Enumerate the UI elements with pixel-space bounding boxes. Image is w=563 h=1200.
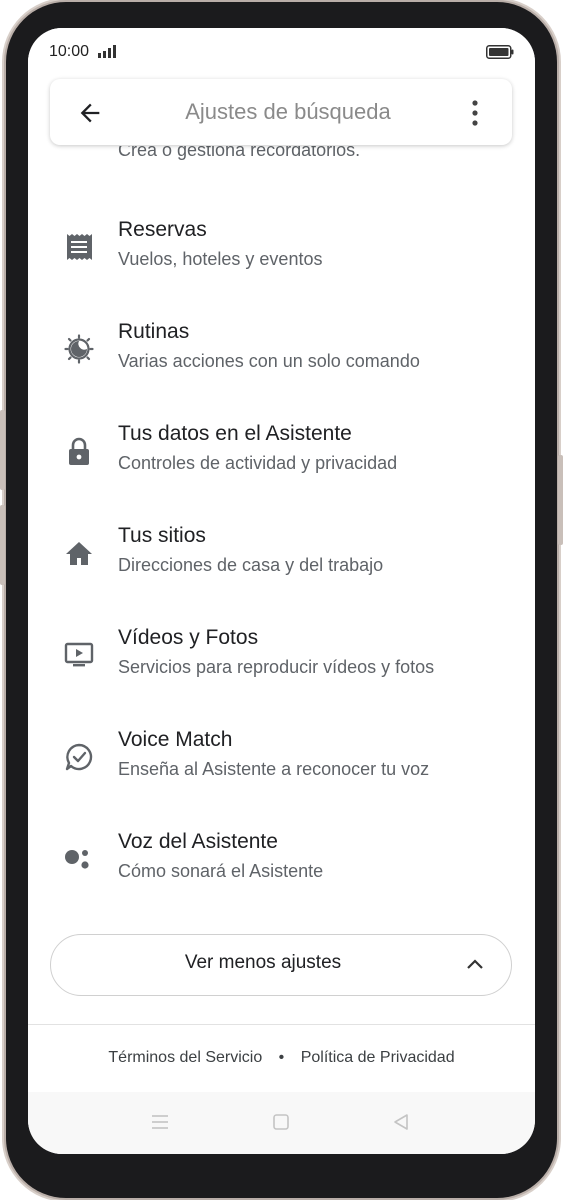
- volume-up-button: [0, 410, 5, 490]
- routines-icon: [64, 334, 94, 364]
- menu-icon[interactable]: [150, 1112, 170, 1132]
- divider: [28, 1024, 535, 1025]
- item-title: Voice Match: [118, 728, 233, 751]
- see-less-label: Ver menos ajustes: [184, 952, 342, 973]
- item-subtitle: Enseña al Asistente a reconocer tu voz: [118, 759, 430, 779]
- item-title: Rutinas: [118, 320, 190, 343]
- search-bar[interactable]: Ajustes de búsqueda: [50, 79, 512, 145]
- power-button: [558, 455, 563, 545]
- lock-icon: [69, 437, 89, 465]
- item-title: Voz del Asistente: [118, 830, 278, 853]
- terms-link[interactable]: Términos del Servicio: [108, 1049, 262, 1066]
- settings-item-reservas[interactable]: Reservas Vuelos, hoteles y eventos: [28, 210, 535, 306]
- item-title: Reservas: [118, 218, 207, 241]
- settings-item-rutinas[interactable]: Rutinas Varias acciones con un solo coma…: [28, 312, 535, 408]
- settings-item-tus-sitios[interactable]: Tus sitios Direcciones de casa y del tra…: [28, 516, 535, 612]
- item-subtitle: Controles de actividad y privacidad: [118, 453, 398, 473]
- item-subtitle: Cómo sonará el Asistente: [118, 861, 324, 881]
- see-less-settings-button[interactable]: Ver menos ajustes: [50, 934, 512, 996]
- item-subtitle: Servicios para reproducir vídeos y fotos: [118, 657, 435, 677]
- settings-item-voice-match[interactable]: Voice Match Enseña al Asistente a recono…: [28, 720, 535, 816]
- settings-item-voz-asistente[interactable]: Voz del Asistente Cómo sonará el Asisten…: [28, 822, 535, 918]
- system-nav-bar: [28, 1092, 535, 1154]
- receipt-icon: [67, 234, 92, 260]
- item-title: Vídeos y Fotos: [118, 626, 259, 649]
- battery-icon: [486, 45, 514, 59]
- item-subtitle: Vuelos, hoteles y eventos: [118, 249, 323, 269]
- home-icon: [66, 542, 92, 565]
- settings-item-tus-datos[interactable]: Tus datos en el Asistente Controles de a…: [28, 414, 535, 510]
- signal-icon: [98, 45, 116, 58]
- video-icon: [64, 642, 94, 667]
- item-title: Tus sitios: [118, 524, 206, 547]
- voice-match-icon: [65, 743, 93, 771]
- volume-down-button: [0, 505, 5, 585]
- footer-links: Términos del Servicio • Política de Priv…: [28, 1049, 535, 1067]
- status-time: 10:00: [49, 43, 90, 60]
- footer-separator: •: [278, 1049, 285, 1066]
- item-title: Tus datos en el Asistente: [118, 422, 352, 445]
- home-square-icon[interactable]: [271, 1112, 291, 1132]
- item-subtitle: Direcciones de casa y del trabajo: [118, 555, 384, 575]
- more-vert-icon[interactable]: [470, 99, 480, 127]
- settings-item-videos-fotos[interactable]: Vídeos y Fotos Servicios para reproducir…: [28, 618, 535, 714]
- back-arrow-icon[interactable]: [76, 99, 104, 127]
- privacy-link[interactable]: Política de Privacidad: [301, 1049, 455, 1066]
- chevron-up-icon: [467, 959, 483, 969]
- assistant-dots-icon: [65, 850, 89, 869]
- back-triangle-icon[interactable]: [391, 1112, 411, 1132]
- screen: 10:00 Ajustes de búsqueda Crea o gestion…: [28, 28, 535, 1154]
- search-input[interactable]: Ajustes de búsqueda: [160, 99, 416, 125]
- item-subtitle: Varias acciones con un solo comando: [118, 351, 420, 371]
